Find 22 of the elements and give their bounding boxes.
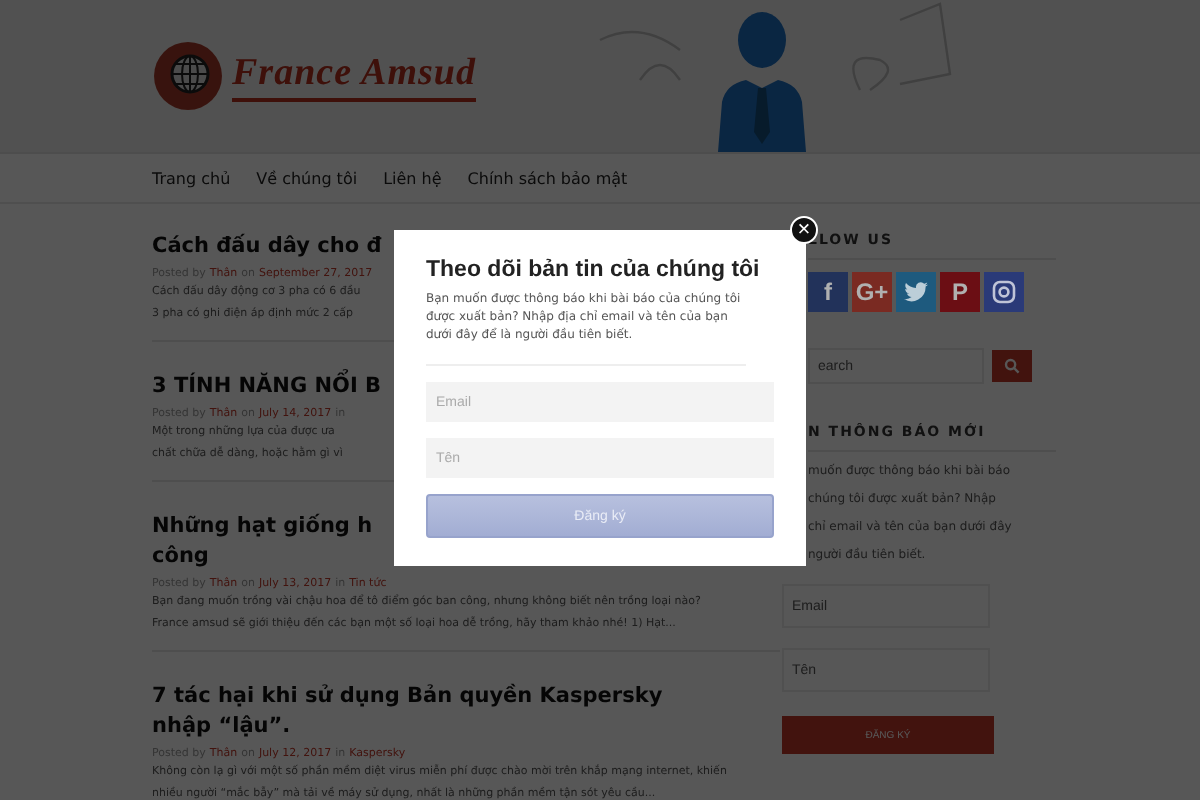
post-title[interactable]: 7 tác hại khi sử dụng Bản quyền Kaspersky <box>152 682 663 712</box>
globe-logo-icon <box>152 40 224 112</box>
logo-text: France Amsud <box>232 51 476 101</box>
nav-link[interactable]: Liên hệ <box>383 169 442 187</box>
social-button[interactable] <box>896 272 936 312</box>
camera-icon <box>992 280 1016 304</box>
post-title[interactable]: nhập “lậu”. <box>152 712 291 742</box>
nav-link[interactable]: Về chúng tôi <box>256 169 358 187</box>
nav-link[interactable]: Chính sách bảo mật <box>467 169 628 187</box>
close-button[interactable]: × <box>790 216 818 244</box>
search-icon <box>1004 358 1020 374</box>
nav-link[interactable]: Trang chủ <box>152 169 231 187</box>
social-button[interactable]: f <box>808 272 848 312</box>
twitter-bird-icon <box>904 282 928 302</box>
social-button[interactable]: G+ <box>852 272 892 312</box>
social-button[interactable]: P <box>940 272 980 312</box>
post-title[interactable]: Cách đấu dây cho đ <box>152 232 382 262</box>
post-title[interactable]: công <box>152 542 209 572</box>
post-title[interactable]: 3 TÍNH NĂNG NỔI B <box>152 372 382 402</box>
dialog-title: Theo dõi bản tin của chúng tôi <box>426 258 760 282</box>
social-button[interactable] <box>984 272 1024 312</box>
post-title[interactable]: Những hạt giống h <box>152 512 373 542</box>
